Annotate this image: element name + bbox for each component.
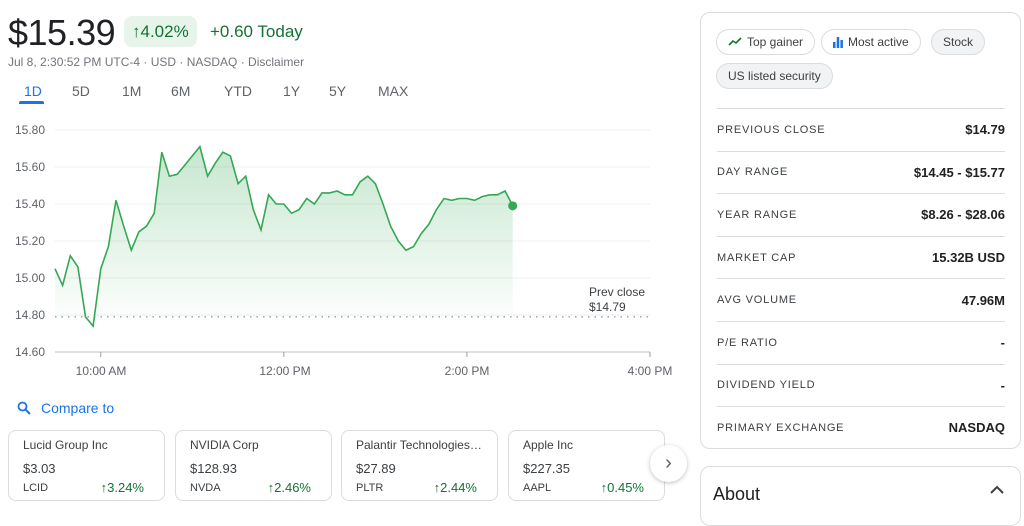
compare-to-button[interactable]: Compare to xyxy=(17,400,114,416)
stat-label: PREVIOUS CLOSE xyxy=(717,123,826,136)
card-change-value: 0.45% xyxy=(607,480,644,495)
prev-close-text: Prev close xyxy=(589,285,646,299)
stat-value: $14.45 - $15.77 xyxy=(913,164,1005,180)
stat-label: DIVIDEND YIELD xyxy=(717,379,816,392)
chip-top-gainer[interactable]: Top gainer xyxy=(716,29,816,55)
stat-value: - xyxy=(1000,377,1005,393)
bar-chart-icon xyxy=(833,36,843,48)
card-change-value: 2.46% xyxy=(274,480,311,495)
card-price: $3.03 xyxy=(23,461,56,476)
chip-stock[interactable]: Stock xyxy=(931,29,986,55)
card-ticker: AAPL xyxy=(523,482,552,494)
stat-label: YEAR RANGE xyxy=(717,208,798,221)
card-change-value: 3.24% xyxy=(107,480,144,495)
card-ticker: PLTR xyxy=(356,482,384,494)
chevron-up-icon[interactable] xyxy=(990,485,1004,494)
chip-label: Stock xyxy=(943,35,974,49)
stat-label: PRIMARY EXCHANGE xyxy=(717,421,845,434)
compare-label: Compare to xyxy=(41,400,115,416)
card-change: ↑2.46% xyxy=(267,480,311,495)
card-name: Apple Inc xyxy=(523,438,574,452)
card-change: ↑3.24% xyxy=(100,480,144,495)
trending-up-icon xyxy=(728,37,742,46)
stat-value: $8.26 - $28.06 xyxy=(921,207,1005,223)
stat-row: AVG VOLUME 47.96M xyxy=(717,278,1005,321)
card-change-value: 2.44% xyxy=(440,480,477,495)
prev-close-label: Prev close $14.79 xyxy=(589,285,645,315)
next-button[interactable]: › xyxy=(650,445,687,482)
price-chart[interactable] xyxy=(0,0,700,390)
current-price-dot xyxy=(508,201,518,211)
stat-label: AVG VOLUME xyxy=(717,294,797,307)
card-change: ↑2.44% xyxy=(433,480,477,495)
stat-value: $14.79 xyxy=(965,122,1005,138)
compare-card[interactable]: NVIDIA Corp $128.93 NVDA ↑2.46% xyxy=(175,430,332,501)
price-area xyxy=(55,146,513,327)
card-ticker: NVDA xyxy=(190,482,221,494)
stat-row: PRIMARY EXCHANGE NASDAQ xyxy=(717,406,1005,449)
card-name: Palantir Technologies I... xyxy=(356,438,483,452)
compare-card[interactable]: Apple Inc $227.35 AAPL ↑0.45% xyxy=(508,430,665,501)
stat-value: - xyxy=(1000,335,1005,351)
chevron-right-icon: › xyxy=(665,452,672,474)
compare-card[interactable]: Lucid Group Inc $3.03 LCID ↑3.24% xyxy=(8,430,165,501)
stat-value: 47.96M xyxy=(961,292,1005,308)
card-ticker: LCID xyxy=(23,482,49,494)
chip-label: US listed security xyxy=(728,69,821,83)
search-icon xyxy=(17,401,31,415)
stat-row: P/E RATIO - xyxy=(717,321,1005,364)
chip-us-listed[interactable]: US listed security xyxy=(716,63,833,89)
stat-row: PREVIOUS CLOSE $14.79 xyxy=(717,108,1005,151)
stat-value: 15.32B USD xyxy=(932,250,1005,266)
chip-most-active[interactable]: Most active xyxy=(821,29,921,55)
stat-value: NASDAQ xyxy=(948,420,1005,436)
card-name: Lucid Group Inc xyxy=(23,438,108,452)
chip-label: Most active xyxy=(848,35,909,49)
stat-row: DIVIDEND YIELD - xyxy=(717,363,1005,407)
stat-row: MARKET CAP 15.32B USD xyxy=(717,235,1005,279)
prev-close-value: $14.79 xyxy=(589,300,626,314)
card-price: $227.35 xyxy=(523,461,570,476)
stats-panel: Top gainer Most active Stock US listed s… xyxy=(700,12,1021,449)
card-price: $27.89 xyxy=(356,461,396,476)
card-name: NVIDIA Corp xyxy=(190,438,259,452)
x-axis-ticks xyxy=(100,352,651,357)
stat-label: DAY RANGE xyxy=(717,166,788,179)
stat-row: DAY RANGE $14.45 - $15.77 xyxy=(717,150,1005,194)
stat-row: YEAR RANGE $8.26 - $28.06 xyxy=(717,193,1005,236)
stat-label: MARKET CAP xyxy=(717,251,797,264)
about-title: About xyxy=(713,484,761,504)
about-section[interactable]: About xyxy=(700,466,1021,526)
card-price: $128.93 xyxy=(190,461,237,476)
card-change: ↑0.45% xyxy=(600,480,644,495)
chip-label: Top gainer xyxy=(747,35,804,49)
stat-label: P/E RATIO xyxy=(717,336,778,349)
compare-card[interactable]: Palantir Technologies I... $27.89 PLTR ↑2.4… xyxy=(341,430,498,501)
